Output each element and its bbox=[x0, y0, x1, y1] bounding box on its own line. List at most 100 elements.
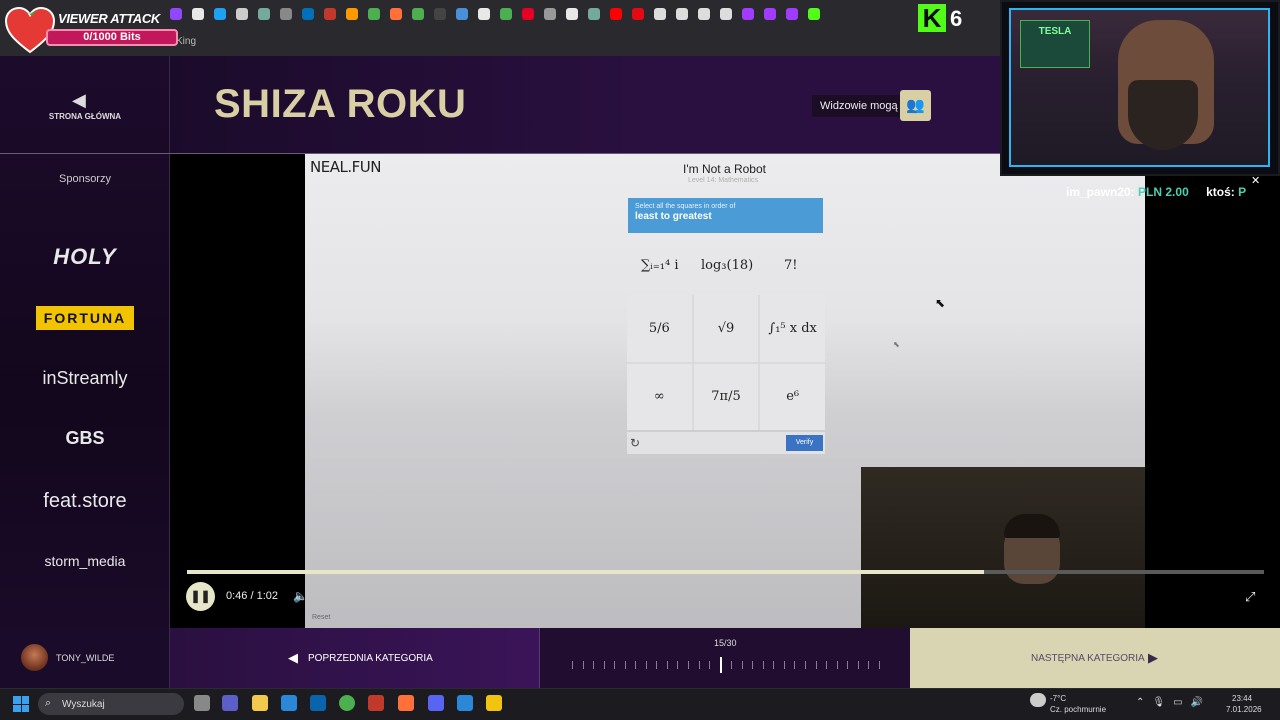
category-tick bbox=[582, 661, 584, 669]
firefox-favicon-icon[interactable] bbox=[390, 8, 402, 20]
category-tick bbox=[709, 661, 711, 669]
category-tick bbox=[794, 661, 796, 669]
grid-favicon-icon[interactable] bbox=[698, 8, 710, 20]
settings-favicon-icon[interactable] bbox=[544, 8, 556, 20]
pause-icon: ❚❚ bbox=[190, 589, 211, 603]
netflix-favicon-icon[interactable] bbox=[632, 8, 644, 20]
sponsor-fortuna-logo[interactable]: FORTUNA bbox=[36, 306, 134, 330]
firefox-icon[interactable] bbox=[398, 695, 414, 711]
previous-category-label: POPRZEDNIA KATEGORIA bbox=[308, 653, 433, 664]
grid-favicon-icon[interactable] bbox=[654, 8, 666, 20]
link-favicon-icon[interactable] bbox=[456, 8, 468, 20]
store-icon[interactable] bbox=[281, 695, 297, 711]
grid-favicon-icon[interactable] bbox=[676, 8, 688, 20]
expression-factorial: 7! bbox=[784, 258, 798, 273]
youtube-favicon-icon[interactable] bbox=[610, 8, 622, 20]
sponsor-stormmedia-logo[interactable]: storm_media bbox=[0, 553, 170, 569]
chrome-favicon-icon[interactable] bbox=[412, 8, 424, 20]
category-tick bbox=[762, 661, 764, 669]
clock-time: 23:44 bbox=[1232, 694, 1253, 703]
windows-start-icon[interactable] bbox=[13, 696, 29, 712]
captcha-grid: 5/6 √9 ∫₁⁵ x dx ∞ 7π/5 e⁶ bbox=[627, 295, 825, 430]
reset-label: Reset bbox=[312, 614, 331, 621]
openai-favicon-icon[interactable] bbox=[588, 8, 600, 20]
category-tick bbox=[826, 661, 828, 669]
pause-button[interactable]: ❚❚ bbox=[186, 582, 215, 611]
category-tick bbox=[688, 661, 690, 669]
file-explorer-icon[interactable] bbox=[252, 695, 268, 711]
donation-user: ktoś: bbox=[1206, 185, 1235, 199]
mail-icon[interactable] bbox=[310, 695, 326, 711]
chrome-favicon-icon[interactable] bbox=[566, 8, 578, 20]
twitter-favicon-icon[interactable] bbox=[214, 8, 226, 20]
fullscreen-icon[interactable]: ⤢ bbox=[1245, 589, 1255, 605]
chrome-favicon-icon[interactable] bbox=[500, 8, 512, 20]
paypal-favicon-icon[interactable] bbox=[302, 8, 314, 20]
chrome-icon[interactable] bbox=[339, 695, 355, 711]
expression-sum: ∑ᵢ₌₁⁴ i bbox=[641, 258, 679, 273]
category-tick bbox=[836, 661, 838, 669]
category-tick bbox=[572, 661, 573, 669]
twitch-favicon-icon[interactable] bbox=[170, 8, 182, 20]
sponsor-holy-logo[interactable]: HOLY bbox=[0, 244, 170, 270]
arrow-right-icon: ▶ bbox=[1148, 650, 1158, 665]
category-tick bbox=[603, 661, 605, 669]
photos-icon[interactable] bbox=[457, 695, 473, 711]
task-view-icon[interactable] bbox=[194, 695, 210, 711]
pinterest-favicon-icon[interactable] bbox=[522, 8, 534, 20]
category-counter: 15/30 bbox=[714, 638, 737, 648]
users-icon: 👥 bbox=[906, 97, 925, 114]
amazon-favicon-icon[interactable] bbox=[346, 8, 358, 20]
sponsor-instreamly-logo[interactable]: inStreamly bbox=[0, 368, 170, 389]
grid-favicon-icon[interactable] bbox=[720, 8, 732, 20]
category-tick bbox=[593, 661, 595, 669]
norton-icon[interactable] bbox=[486, 695, 502, 711]
opera-favicon-icon[interactable] bbox=[764, 8, 776, 20]
category-tick bbox=[698, 661, 700, 669]
captcha-instruction: Select all the squares in order of bbox=[635, 203, 736, 210]
category-tick-current bbox=[719, 657, 722, 673]
game-subtitle: Level 14: Mathematics bbox=[688, 177, 759, 184]
sponsor-gbs-logo[interactable]: GBS bbox=[0, 428, 170, 449]
kick-logo: K bbox=[918, 4, 946, 32]
category-tick bbox=[868, 661, 870, 669]
opera-favicon-icon[interactable] bbox=[742, 8, 754, 20]
system-tray[interactable]: ⌃🎙▭🔊 bbox=[1136, 697, 1211, 708]
bookmark-label[interactable]: King bbox=[176, 36, 196, 47]
viewers-button[interactable]: 👥 bbox=[900, 90, 931, 121]
reader-favicon-icon[interactable] bbox=[324, 8, 336, 20]
github-favicon-icon[interactable] bbox=[236, 8, 248, 20]
category-tick bbox=[783, 661, 785, 669]
category-tick bbox=[857, 661, 859, 669]
opera-favicon-icon[interactable] bbox=[786, 8, 798, 20]
refresh-icon: ↻ bbox=[630, 436, 641, 450]
arrow-left-icon: ◀ bbox=[72, 90, 86, 110]
volume-icon[interactable]: 🔈 bbox=[293, 589, 308, 603]
codepen-favicon-icon[interactable] bbox=[434, 8, 446, 20]
discord-icon[interactable] bbox=[428, 695, 444, 711]
category-tick bbox=[666, 661, 668, 669]
wetter-app-icon[interactable] bbox=[368, 695, 384, 711]
guest-webcam bbox=[861, 467, 1145, 628]
donation-user: im_pawn20: bbox=[1066, 185, 1135, 199]
gear-favicon-icon[interactable] bbox=[280, 8, 292, 20]
taskbar-search[interactable] bbox=[38, 693, 184, 715]
cursor-icon: ⬉ bbox=[893, 340, 900, 349]
avatar bbox=[21, 644, 48, 671]
teams-icon[interactable] bbox=[222, 695, 238, 711]
home-link[interactable]: ◀ bbox=[0, 56, 170, 154]
category-tick bbox=[805, 661, 807, 669]
openai-favicon-icon[interactable] bbox=[258, 8, 270, 20]
arrow-left-icon: ◀ bbox=[288, 650, 298, 665]
sponsors-title: Sponsorzy bbox=[59, 173, 111, 185]
bits-progress-bar: 0/1000 Bits bbox=[46, 29, 178, 46]
sponsor-featstore-logo[interactable]: feat.store bbox=[0, 490, 170, 513]
chrome-favicon-icon[interactable] bbox=[368, 8, 380, 20]
category-tick bbox=[815, 661, 817, 669]
chrome-favicon-icon[interactable] bbox=[478, 8, 490, 20]
category-tick bbox=[878, 661, 880, 669]
captcha-header: Select all the squares in order of least… bbox=[628, 198, 823, 233]
kick-favicon-icon[interactable] bbox=[808, 8, 820, 20]
category-tick bbox=[752, 661, 754, 669]
chrome-favicon-icon[interactable] bbox=[192, 8, 204, 20]
